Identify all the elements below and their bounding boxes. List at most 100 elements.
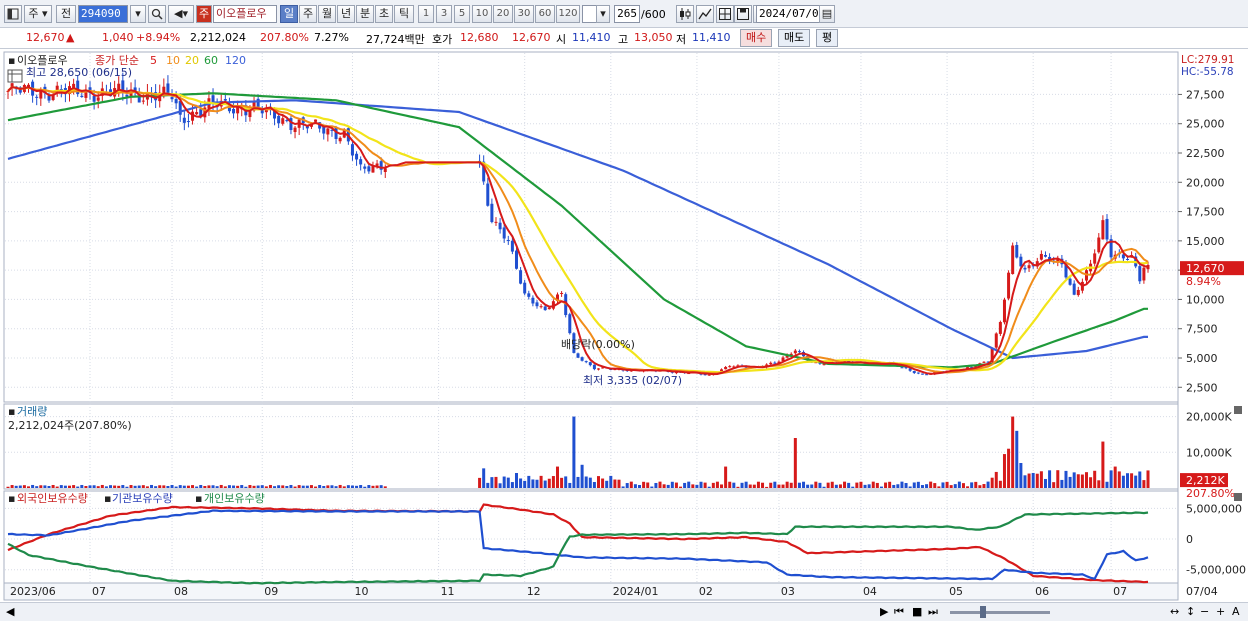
volume-bar bbox=[859, 481, 863, 488]
interval-120[interactable]: 120 bbox=[556, 5, 580, 23]
volume-tick-label: 10,000K bbox=[1186, 446, 1232, 459]
tab-minute[interactable]: 분 bbox=[356, 5, 374, 23]
volume-bar bbox=[802, 481, 806, 488]
zoom-out-icon[interactable]: − bbox=[1200, 604, 1209, 620]
volume-bar bbox=[642, 481, 646, 488]
buy-button[interactable]: 매수 bbox=[740, 29, 773, 47]
prev-button[interactable]: 전 bbox=[56, 5, 76, 23]
volume-bar bbox=[1056, 470, 1060, 488]
volume-bar bbox=[990, 477, 994, 488]
volume-bar bbox=[379, 485, 383, 488]
volume-bar bbox=[219, 484, 223, 488]
draw-icon[interactable] bbox=[696, 5, 714, 23]
count-input[interactable]: 265 bbox=[614, 5, 640, 23]
shrink-icon[interactable]: ↕ bbox=[1186, 604, 1195, 620]
grid-icon[interactable] bbox=[716, 5, 734, 23]
volume-bar bbox=[625, 483, 629, 488]
interval-5[interactable]: 5 bbox=[454, 5, 470, 23]
table-icon[interactable] bbox=[7, 69, 23, 83]
ju-tag: 주 bbox=[196, 5, 212, 23]
volume-bar bbox=[1121, 475, 1125, 488]
ask-label: 호가 bbox=[432, 33, 453, 46]
institution-holdings-label: 기관보유수량 bbox=[112, 492, 173, 505]
volume-bar bbox=[1089, 477, 1093, 488]
tab-week[interactable]: 주 bbox=[299, 5, 317, 23]
volume-bar bbox=[100, 484, 104, 488]
candle-body bbox=[539, 306, 543, 308]
scroll-right-icon[interactable]: ▶ bbox=[880, 604, 888, 620]
stock-code-input[interactable]: 294090 bbox=[78, 5, 128, 23]
count-total: /600 bbox=[641, 8, 666, 21]
close-icon[interactable] bbox=[1234, 493, 1242, 501]
first-icon[interactable]: ⏮ bbox=[894, 604, 904, 620]
volume-bar bbox=[617, 479, 621, 488]
volume-bar bbox=[1125, 473, 1129, 488]
volume-bar bbox=[55, 486, 59, 488]
volume-bar bbox=[322, 486, 326, 488]
volume-bar bbox=[970, 482, 974, 488]
candle-icon[interactable] bbox=[676, 5, 694, 23]
chevron-down-icon[interactable]: ▾ bbox=[130, 5, 146, 23]
last-icon[interactable]: ⏭ bbox=[928, 604, 938, 620]
save-icon[interactable] bbox=[734, 5, 752, 23]
tab-tick[interactable]: 틱 bbox=[394, 5, 414, 23]
calendar-icon[interactable]: ▤ bbox=[819, 5, 835, 23]
font-icon[interactable]: A bbox=[1232, 604, 1240, 620]
volume-bar bbox=[740, 482, 744, 488]
zoom-in-icon[interactable]: + bbox=[1216, 604, 1225, 620]
tab-month[interactable]: 월 bbox=[318, 5, 336, 23]
volume-bar bbox=[43, 485, 47, 488]
open-price: 11,410 bbox=[572, 31, 611, 44]
volume-bar bbox=[191, 485, 195, 488]
volume-bar bbox=[974, 481, 978, 488]
tab-day[interactable]: 일 bbox=[280, 5, 298, 23]
volume-bar bbox=[39, 485, 43, 488]
candle-body bbox=[580, 357, 584, 361]
volume-bar bbox=[674, 482, 678, 488]
eval-button[interactable]: 평 bbox=[816, 29, 839, 47]
sell-button[interactable]: 매도 bbox=[778, 29, 811, 47]
interval-1[interactable]: 1 bbox=[418, 5, 434, 23]
stop-icon[interactable]: ■ bbox=[912, 604, 922, 620]
scroll-bar[interactable]: ◀ ▶ ⏮ ■ ⏭ ↔ ↕ − + A bbox=[0, 602, 1248, 621]
volume-bar bbox=[957, 481, 961, 488]
candle-body bbox=[174, 99, 178, 104]
volume-bar bbox=[330, 485, 334, 488]
period-select[interactable]: 주 ▾ bbox=[24, 5, 52, 23]
close-icon[interactable] bbox=[1234, 406, 1242, 414]
volume-bar bbox=[888, 481, 892, 488]
interval-10[interactable]: 10 bbox=[472, 5, 492, 23]
window-icon[interactable] bbox=[4, 5, 22, 23]
volume-bar bbox=[769, 482, 773, 488]
speaker-icon[interactable]: ◀▾ bbox=[168, 5, 194, 23]
interval-20[interactable]: 20 bbox=[493, 5, 513, 23]
volume-bar bbox=[797, 482, 801, 488]
volume-bar bbox=[195, 486, 199, 488]
chevron-down-icon[interactable]: ▾ bbox=[596, 5, 610, 23]
individual-holdings-label: 개인보유수량 bbox=[204, 492, 265, 505]
search-icon[interactable] bbox=[148, 5, 166, 23]
volume-bar bbox=[326, 485, 330, 488]
candle-body bbox=[797, 351, 801, 353]
zoom-handle[interactable] bbox=[980, 606, 986, 618]
expand-icon[interactable]: ↔ bbox=[1170, 604, 1179, 620]
volume-bar bbox=[765, 486, 769, 488]
tab-second[interactable]: 초 bbox=[375, 5, 393, 23]
interval-3[interactable]: 3 bbox=[436, 5, 452, 23]
x-tick-label: 05 bbox=[949, 585, 963, 598]
zoom-slider[interactable] bbox=[950, 611, 1050, 614]
interval-30[interactable]: 30 bbox=[514, 5, 534, 23]
stock-chart[interactable]: 2,5005,0007,50010,00012,50015,00017,5002… bbox=[0, 49, 1248, 602]
candle-body bbox=[502, 227, 506, 239]
tab-year[interactable]: 년 bbox=[337, 5, 355, 23]
interval-60[interactable]: 60 bbox=[535, 5, 555, 23]
volume-bar bbox=[490, 477, 494, 488]
candle-body bbox=[1027, 265, 1031, 269]
up-arrow-icon: ▲ bbox=[66, 31, 75, 44]
x-tick-label: 07 bbox=[92, 585, 106, 598]
volume-bar bbox=[720, 484, 724, 488]
scroll-left-icon[interactable]: ◀ bbox=[6, 604, 14, 620]
volume-bar bbox=[334, 486, 338, 488]
date-input[interactable]: 2024/07/04 bbox=[756, 5, 825, 23]
volume-bar bbox=[966, 486, 970, 488]
